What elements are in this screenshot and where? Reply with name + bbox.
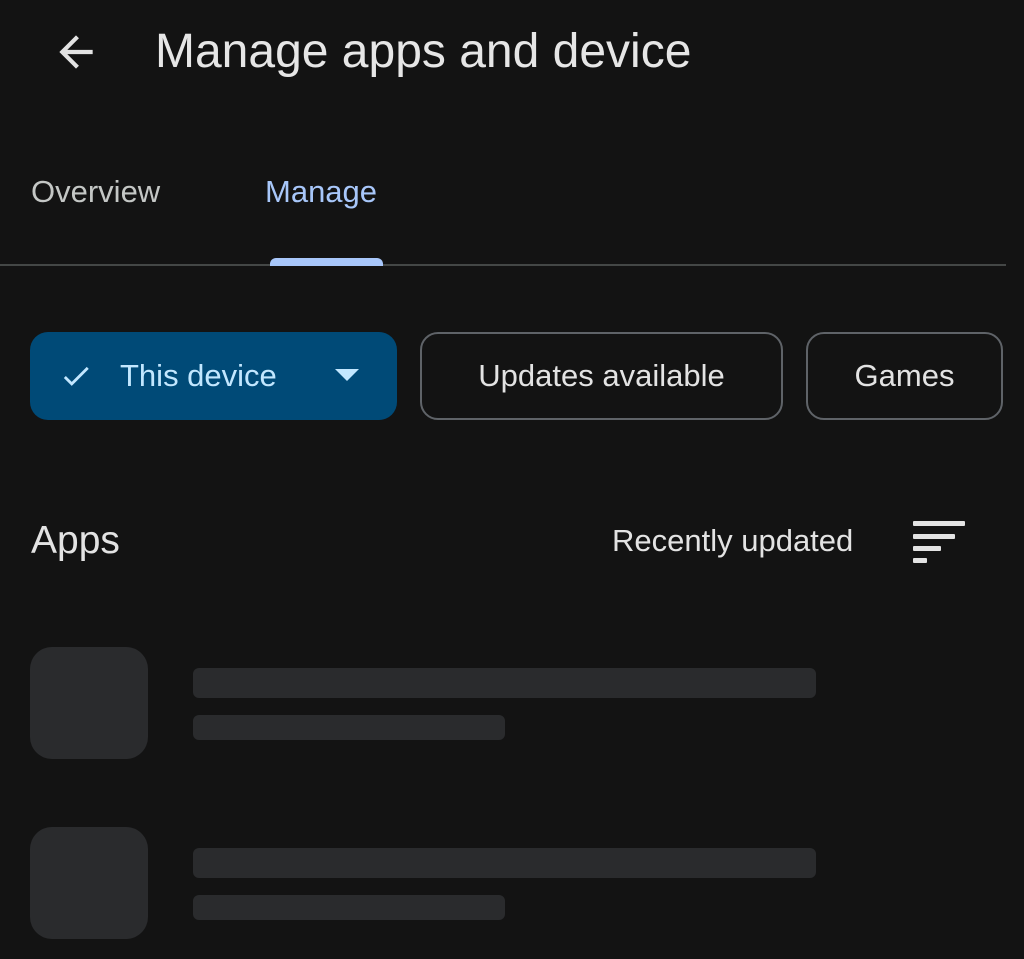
app-icon-placeholder <box>30 827 148 939</box>
app-title-placeholder <box>193 668 816 698</box>
tab-manage[interactable]: Manage <box>265 170 377 214</box>
updates-available-filter-chip[interactable]: Updates available <box>420 332 783 420</box>
check-icon <box>58 358 94 394</box>
caret-down-icon <box>335 369 359 381</box>
app-list-item-placeholder <box>0 647 1024 767</box>
app-list-item-placeholder <box>0 827 1024 947</box>
active-tab-indicator <box>270 258 383 266</box>
this-device-label: This device <box>120 358 277 393</box>
sort-icon[interactable] <box>905 516 971 566</box>
tab-overview[interactable]: Overview <box>31 170 160 214</box>
top-app-bar: Manage apps and device <box>0 0 1024 110</box>
tab-bar: Overview Manage <box>0 150 1006 266</box>
sort-order-button[interactable]: Recently updated <box>612 519 853 563</box>
arrow-left-icon <box>59 35 93 69</box>
app-subtitle-placeholder <box>193 715 505 740</box>
app-subtitle-placeholder <box>193 895 505 920</box>
page-title: Manage apps and device <box>155 25 692 78</box>
back-button[interactable] <box>44 22 108 82</box>
updates-available-label: Updates available <box>478 358 725 393</box>
games-label: Games <box>854 358 955 393</box>
app-title-placeholder <box>193 848 816 878</box>
apps-section-title: Apps <box>31 519 120 562</box>
games-filter-chip[interactable]: Games <box>806 332 1003 420</box>
app-icon-placeholder <box>30 647 148 759</box>
this-device-filter-chip[interactable]: This device <box>30 332 397 420</box>
